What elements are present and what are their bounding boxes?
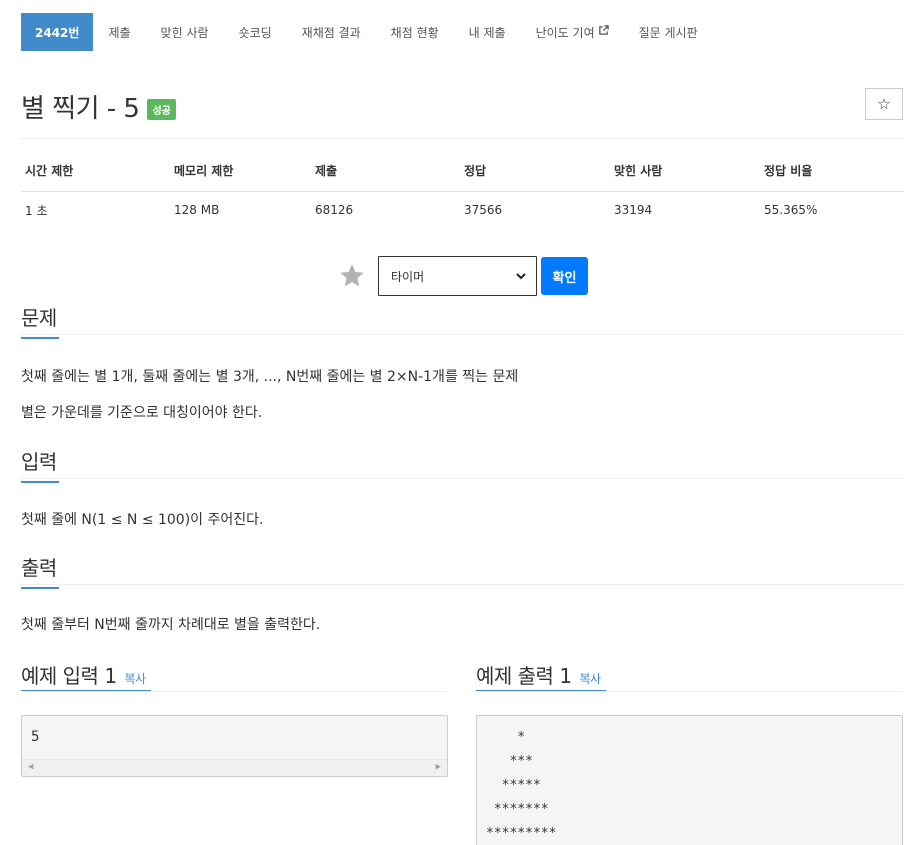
nav-tab-submit[interactable]: 제출 — [93, 13, 145, 51]
accept-ratio-cell: 55.365% — [764, 203, 818, 217]
accepted-cell: 37566 — [464, 203, 503, 217]
section-heading-text: 문제 — [21, 306, 57, 330]
submissions-cell: 68126 — [315, 203, 354, 217]
section-heading-text: 입력 — [21, 450, 57, 474]
example-output-line: * — [486, 730, 526, 745]
example-input-value: 5 — [31, 729, 40, 745]
nav-tab-solved-users[interactable]: 맞힌 사람 — [146, 13, 224, 51]
example-output-line: ********* — [486, 826, 557, 841]
section-divider — [21, 334, 903, 335]
example-output-line: ******* — [486, 802, 549, 817]
table-header: 맞힌 사람 — [610, 160, 760, 192]
example-input-box: 5 ◀ ▶ — [21, 715, 448, 777]
example-output-title: 예제 출력 1 — [476, 664, 572, 688]
output-description: 첫째 줄부터 N번째 줄까지 차례대로 별을 출력한다. — [21, 617, 321, 633]
nav-tab-my-submissions[interactable]: 내 제출 — [454, 13, 521, 51]
problem-description-line: 별은 가운데를 기준으로 대칭이어야 한다. — [21, 405, 263, 421]
chevron-down-icon — [516, 270, 526, 283]
title-divider — [21, 138, 903, 139]
section-divider — [21, 584, 903, 585]
problem-nav: 2442번 제출 맞힌 사람 숏코딩 재채점 결과 채점 현황 내 제출 난이도… — [21, 13, 713, 51]
table-header: 시간 제한 — [21, 160, 170, 192]
table-header-row: 시간 제한 메모리 제한 제출 정답 맞힌 사람 정답 비율 — [21, 160, 903, 192]
section-heading-problem: 문제 — [21, 302, 59, 339]
page-title: 별 찍기 - 5 — [21, 94, 140, 124]
section-heading-output: 출력 — [21, 552, 59, 589]
copy-input-button[interactable]: 복사 — [125, 670, 147, 687]
nav-tab-judge-status[interactable]: 채점 현황 — [376, 13, 454, 51]
external-link-icon — [598, 25, 609, 39]
section-divider — [21, 691, 447, 692]
nav-tab-problem[interactable]: 2442번 — [21, 13, 94, 51]
time-limit-cell: 1 초 — [25, 203, 48, 218]
section-divider — [21, 478, 903, 479]
problem-info-table: 시간 제한 메모리 제한 제출 정답 맞힌 사람 정답 비율 1 초 128 M… — [21, 160, 903, 219]
star-icon[interactable] — [338, 262, 366, 290]
solved-users-cell: 33194 — [614, 203, 653, 217]
example-output-box: * *** ***** ******* ********* — [476, 715, 903, 845]
section-heading-text: 출력 — [21, 556, 57, 580]
timer-select-value: 타이머 — [391, 269, 425, 284]
example-output-line: *** — [486, 754, 533, 769]
timer-select[interactable]: 타이머 — [378, 256, 537, 296]
table-row: 1 초 128 MB 68126 37566 33194 55.365% — [21, 191, 903, 219]
scroll-right-icon[interactable]: ▶ — [436, 762, 441, 772]
confirm-button[interactable]: 확인 — [541, 257, 588, 295]
nav-tab-question-board[interactable]: 질문 게시판 — [624, 13, 713, 51]
example-input-heading: 예제 입력 1 복사 — [21, 660, 146, 689]
nav-tab-short-coding[interactable]: 숏코딩 — [224, 13, 287, 51]
problem-description-line: 첫째 줄에는 별 1개, 둘째 줄에는 별 3개, ..., N번째 줄에는 별… — [21, 369, 519, 385]
input-description: 첫째 줄에 N(1 ≤ N ≤ 100)이 주어진다. — [21, 512, 264, 528]
nav-tab-difficulty-contribution[interactable]: 난이도 기여 — [521, 13, 624, 51]
heading-underline — [21, 481, 59, 483]
horizontal-scrollbar[interactable]: ◀ ▶ — [22, 759, 447, 776]
table-header: 메모리 제한 — [170, 160, 311, 192]
scroll-left-icon[interactable]: ◀ — [28, 762, 33, 772]
copy-output-button[interactable]: 복사 — [580, 670, 602, 687]
nav-tab-difficulty-label: 난이도 기여 — [535, 25, 595, 40]
status-badge: 성공 — [147, 99, 176, 120]
section-divider — [476, 691, 903, 692]
memory-limit-cell: 128 MB — [174, 203, 220, 217]
timer-row: 타이머 확인 — [338, 256, 588, 296]
heading-underline — [21, 337, 59, 339]
heading-underline — [21, 587, 59, 589]
example-input-title: 예제 입력 1 — [21, 664, 117, 688]
example-output-heading: 예제 출력 1 복사 — [476, 660, 601, 689]
section-heading-input: 입력 — [21, 446, 59, 483]
favorite-star-button[interactable]: ☆ — [865, 88, 903, 120]
table-header: 제출 — [311, 160, 460, 192]
problem-title-row: 별 찍기 - 5 성공 — [21, 88, 176, 125]
nav-tab-rejudge-results[interactable]: 재채점 결과 — [287, 13, 376, 51]
table-header: 정답 — [460, 160, 610, 192]
table-header: 정답 비율 — [760, 160, 903, 192]
example-output-line: ***** — [486, 778, 541, 793]
